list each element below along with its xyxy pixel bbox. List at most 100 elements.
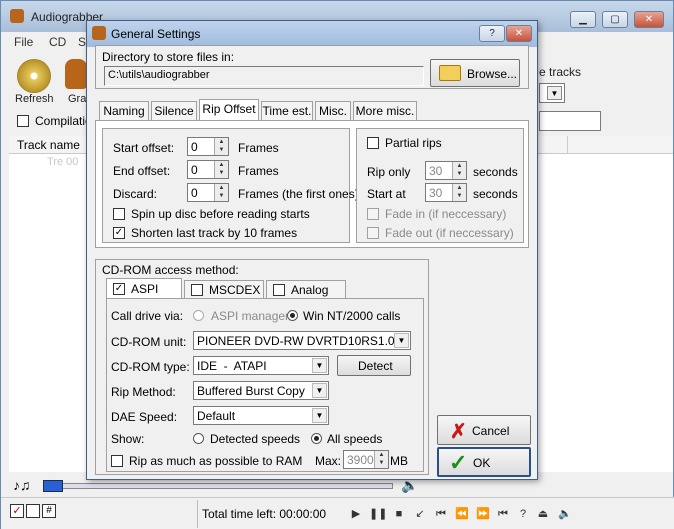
tab-rip-offset[interactable]: Rip Offset: [199, 99, 259, 121]
rip-ram-checkbox[interactable]: [111, 455, 123, 467]
minimize-button[interactable]: ▁: [570, 11, 596, 28]
record-icon[interactable]: ↙: [412, 506, 428, 522]
tab-aspi[interactable]: ✓ ASPI: [106, 278, 182, 300]
maximize-button[interactable]: ▢: [602, 11, 628, 28]
rip-only-unit: seconds: [473, 165, 518, 179]
partial-rips-label: Partial rips: [385, 136, 442, 150]
tracks-label: e tracks: [539, 65, 582, 79]
browse-button[interactable]: Browse...: [430, 59, 520, 87]
spinner-arrows-icon[interactable]: ▲ ▼: [452, 184, 466, 201]
detect-button[interactable]: Detect: [337, 355, 411, 376]
directory-group: Directory to store files in: C:\utils\au…: [95, 45, 529, 89]
cdrom-unit-label: CD-ROM unit:: [111, 335, 187, 349]
discard-spinner[interactable]: 0 ▲ ▼: [187, 183, 229, 202]
pause-icon[interactable]: ❚❚: [369, 506, 387, 522]
app-icon: [10, 9, 24, 23]
refresh-label[interactable]: Refresh: [15, 93, 54, 105]
cdrom-type-select[interactable]: IDE - ATAPI ▼: [193, 356, 329, 375]
general-settings-dialog: General Settings ? ✕ Directory to store …: [86, 20, 538, 480]
shorten-checkbox[interactable]: ✓: [113, 227, 125, 239]
aspi-manager-radio[interactable]: [193, 310, 204, 321]
speaker-icon[interactable]: 🔈: [557, 506, 573, 522]
menu-settings[interactable]: S: [78, 35, 86, 49]
column-divider: [567, 136, 568, 154]
spinner-arrows-icon[interactable]: ▲ ▼: [214, 161, 228, 178]
end-offset-unit: Frames: [238, 164, 279, 178]
spin-up-checkbox[interactable]: [113, 208, 125, 220]
tab-misc[interactable]: Misc.: [315, 101, 351, 121]
max-ram-spinner[interactable]: 3900 ▲ ▼: [343, 450, 389, 469]
start-offset-unit: Frames: [238, 141, 279, 155]
fast-forward-icon[interactable]: ⏩: [475, 506, 491, 522]
aspi-checkbox[interactable]: ✓: [113, 283, 125, 295]
grab-label[interactable]: Gra: [68, 93, 86, 105]
rewind-icon[interactable]: ⏪: [454, 506, 470, 522]
cancel-x-icon: ✗: [450, 421, 467, 443]
tab-mscdex[interactable]: MSCDEX: [184, 280, 264, 300]
discard-unit: Frames (the first ones): [238, 187, 359, 201]
tab-analog[interactable]: Analog: [266, 280, 346, 300]
directory-field[interactable]: C:\utils\audiograbber: [104, 66, 424, 86]
spinner-arrows-icon[interactable]: ▲ ▼: [214, 138, 228, 155]
spinner-arrows-icon[interactable]: ▲ ▼: [214, 184, 228, 201]
rip-method-select[interactable]: Buffered Burst Copy ▼: [193, 381, 329, 400]
start-at-spinner[interactable]: 30 ▲ ▼: [425, 183, 467, 202]
fade-in-checkbox[interactable]: [367, 208, 379, 220]
stop-icon[interactable]: ■: [391, 506, 407, 522]
progress-slider[interactable]: [43, 483, 393, 489]
refresh-disc-icon[interactable]: [17, 59, 51, 93]
rip-only-spinner[interactable]: 30 ▲ ▼: [425, 161, 467, 180]
menu-file[interactable]: File: [14, 35, 33, 49]
discard-value: 0: [191, 186, 198, 200]
grab-paw-icon[interactable]: [65, 59, 87, 89]
view-checkbox-icon[interactable]: ✓: [10, 504, 24, 518]
max-unit: MB: [390, 454, 408, 468]
discard-label: Discard:: [113, 187, 158, 201]
directory-label: Directory to store files in:: [102, 50, 235, 64]
track-name-column[interactable]: Track name: [17, 138, 80, 152]
slider-thumb[interactable]: [43, 480, 63, 492]
ok-button[interactable]: ✓ OK: [437, 447, 531, 477]
chevron-down-icon: ▼: [547, 86, 562, 100]
random-icon[interactable]: ?: [515, 506, 531, 522]
tab-more-misc[interactable]: More misc.: [353, 101, 417, 121]
spinner-arrows-icon[interactable]: ▲ ▼: [452, 162, 466, 179]
rip-method-value: Buffered Burst Copy: [197, 384, 305, 398]
mscdex-checkbox[interactable]: [191, 284, 203, 296]
cdrom-unit-select[interactable]: PIONEER DVD-RW DVRTD10RS1.00 ▼: [193, 331, 411, 350]
menu-cd[interactable]: CD: [49, 35, 66, 49]
tab-time-est[interactable]: Time est.: [261, 101, 313, 121]
end-offset-spinner[interactable]: 0 ▲ ▼: [187, 160, 229, 179]
album-field[interactable]: [539, 111, 601, 131]
partial-rips-checkbox[interactable]: [367, 137, 379, 149]
close-button[interactable]: ✕: [634, 11, 664, 28]
dialog-close-button[interactable]: ✕: [506, 25, 532, 42]
analog-checkbox[interactable]: [273, 284, 285, 296]
win-nt-radio[interactable]: [287, 310, 298, 321]
chevron-down-icon: ▼: [312, 408, 327, 423]
help-button[interactable]: ?: [479, 25, 505, 42]
dae-speed-select[interactable]: Default ▼: [193, 406, 329, 425]
start-offset-spinner[interactable]: 0 ▲ ▼: [187, 137, 229, 156]
tab-naming[interactable]: Naming: [99, 101, 149, 121]
previous-track-icon[interactable]: ⏮: [433, 506, 449, 522]
tab-silence[interactable]: Silence: [151, 101, 197, 121]
skip-back-icon[interactable]: ⏮: [495, 506, 511, 522]
tracks-dropdown[interactable]: ▼: [539, 83, 565, 103]
all-speeds-radio[interactable]: [311, 433, 322, 444]
fade-in-label: Fade in (if neccessary): [385, 207, 507, 221]
win-nt-label: Win NT/2000 calls: [303, 309, 401, 323]
dialog-title: General Settings: [111, 27, 201, 41]
start-offset-label: Start offset:: [113, 141, 175, 155]
call-drive-label: Call drive via:: [111, 309, 184, 323]
view-blank-icon[interactable]: [26, 504, 40, 518]
compilation-checkbox[interactable]: [17, 115, 29, 127]
cancel-button[interactable]: ✗ Cancel: [437, 415, 531, 445]
play-icon[interactable]: ▶: [348, 506, 364, 522]
detected-speeds-radio[interactable]: [193, 433, 204, 444]
eject-icon[interactable]: ⏏: [535, 506, 551, 522]
fade-out-checkbox[interactable]: [367, 227, 379, 239]
spinner-arrows-icon[interactable]: ▲ ▼: [374, 451, 388, 468]
view-numbered-icon[interactable]: #: [42, 504, 56, 518]
status-bar: ✓ # Total time left: 00:00:00 ▶ ❚❚ ■ ↙ ⏮…: [1, 497, 674, 529]
